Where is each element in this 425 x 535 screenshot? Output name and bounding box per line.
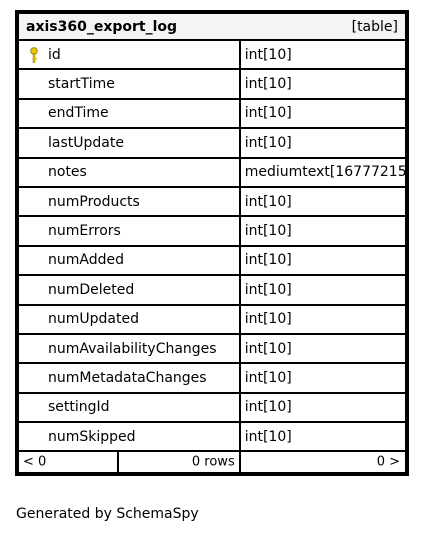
- column-row: numAvailabilityChanges int[10]: [18, 333, 406, 364]
- column-name-cell[interactable]: numDeleted: [18, 275, 240, 305]
- column-type-cell: int[10]: [239, 275, 406, 305]
- children-count[interactable]: 0 >: [239, 451, 406, 474]
- column-type: int[10]: [244, 223, 292, 240]
- column-name: numSkipped: [48, 428, 136, 445]
- column-row: lastUpdate int[10]: [18, 128, 406, 158]
- column-type: int[10]: [244, 134, 292, 151]
- column-type-cell: int[10]: [239, 98, 406, 129]
- column-name: numUpdated: [48, 311, 139, 328]
- generated-by-text: Generated by SchemaSpy: [16, 506, 199, 522]
- column-type: int[10]: [244, 105, 292, 122]
- column-name-cell[interactable]: numAdded: [18, 245, 240, 276]
- row-count: 0 rows: [117, 451, 240, 474]
- column-type-cell: int[10]: [239, 216, 406, 246]
- column-name: numDeleted: [48, 281, 135, 298]
- column-type: int[10]: [244, 399, 292, 416]
- column-name-cell[interactable]: settingId: [18, 392, 240, 423]
- column-type-cell: int[10]: [239, 304, 406, 334]
- column-name-cell[interactable]: startTime: [18, 69, 240, 99]
- column-name: startTime: [48, 76, 115, 93]
- column-type: int[10]: [244, 428, 292, 445]
- column-name: settingId: [48, 399, 110, 416]
- column-type: int[10]: [244, 193, 292, 210]
- column-type-cell: int[10]: [239, 245, 406, 276]
- column-name-cell[interactable]: endTime: [18, 98, 240, 129]
- column-type: int[10]: [244, 281, 292, 298]
- column-type-cell: int[10]: [239, 69, 406, 99]
- column-name-cell[interactable]: numAvailabilityChanges: [18, 333, 240, 364]
- column-name-cell[interactable]: notes: [18, 157, 240, 187]
- table-footer: < 0 0 rows 0 >: [18, 451, 406, 474]
- column-type: int[10]: [244, 340, 292, 357]
- column-name: numMetadataChanges: [48, 369, 207, 386]
- column-list: id int[10] startTime int[10] endTime int[10] l…: [18, 40, 406, 452]
- column-name: id: [48, 46, 61, 63]
- column-type-cell: int[10]: [239, 422, 406, 452]
- column-row: numAdded int[10]: [18, 245, 406, 276]
- primary-key-icon: [30, 46, 38, 63]
- column-type-cell: int[10]: [239, 40, 406, 70]
- column-type-cell: int[10]: [239, 128, 406, 158]
- column-type-cell: int[10]: [239, 363, 406, 393]
- column-row: numUpdated int[10]: [18, 304, 406, 334]
- column-row: id int[10]: [18, 40, 406, 70]
- column-type: int[10]: [244, 76, 292, 93]
- column-row: numMetadataChanges int[10]: [18, 363, 406, 393]
- table-name[interactable]: axis360_export_log: [26, 19, 177, 35]
- column-row: numErrors int[10]: [18, 216, 406, 246]
- parents-count[interactable]: < 0: [18, 451, 118, 474]
- column-type-cell: int[10]: [239, 392, 406, 423]
- column-name: numAvailabilityChanges: [48, 340, 217, 357]
- column-type: int[10]: [244, 252, 292, 269]
- table-kind: [table]: [351, 19, 398, 35]
- column-name: numErrors: [48, 223, 121, 240]
- column-name: endTime: [48, 105, 109, 122]
- column-name-cell[interactable]: numErrors: [18, 216, 240, 246]
- column-type: int[10]: [244, 46, 292, 63]
- column-name-cell[interactable]: lastUpdate: [18, 128, 240, 158]
- column-row: numSkipped int[10]: [18, 422, 406, 452]
- table-header: axis360_export_log [table]: [18, 13, 406, 40]
- column-type-cell: mediumtext[16777215]: [239, 157, 406, 187]
- column-type-cell: int[10]: [239, 186, 406, 217]
- column-type: int[10]: [244, 311, 292, 328]
- column-row: settingId int[10]: [18, 392, 406, 423]
- column-row: endTime int[10]: [18, 98, 406, 129]
- column-name-cell[interactable]: id: [18, 40, 240, 70]
- column-row: notes mediumtext[16777215]: [18, 157, 406, 187]
- column-name-cell[interactable]: numSkipped: [18, 422, 240, 452]
- column-name: numProducts: [48, 193, 140, 210]
- entity-table: axis360_export_log [table] id int[10] star…: [15, 10, 409, 477]
- column-name-cell[interactable]: numUpdated: [18, 304, 240, 334]
- column-type-cell: int[10]: [239, 333, 406, 364]
- column-name: lastUpdate: [48, 134, 124, 151]
- column-type: int[10]: [244, 369, 292, 386]
- column-name-cell[interactable]: numProducts: [18, 186, 240, 217]
- column-name: numAdded: [48, 252, 124, 269]
- column-row: numDeleted int[10]: [18, 275, 406, 305]
- column-name-cell[interactable]: numMetadataChanges: [18, 363, 240, 393]
- column-name: notes: [48, 164, 87, 181]
- column-row: startTime int[10]: [18, 69, 406, 99]
- column-type: mediumtext[16777215]: [244, 164, 406, 181]
- column-row: numProducts int[10]: [18, 186, 406, 217]
